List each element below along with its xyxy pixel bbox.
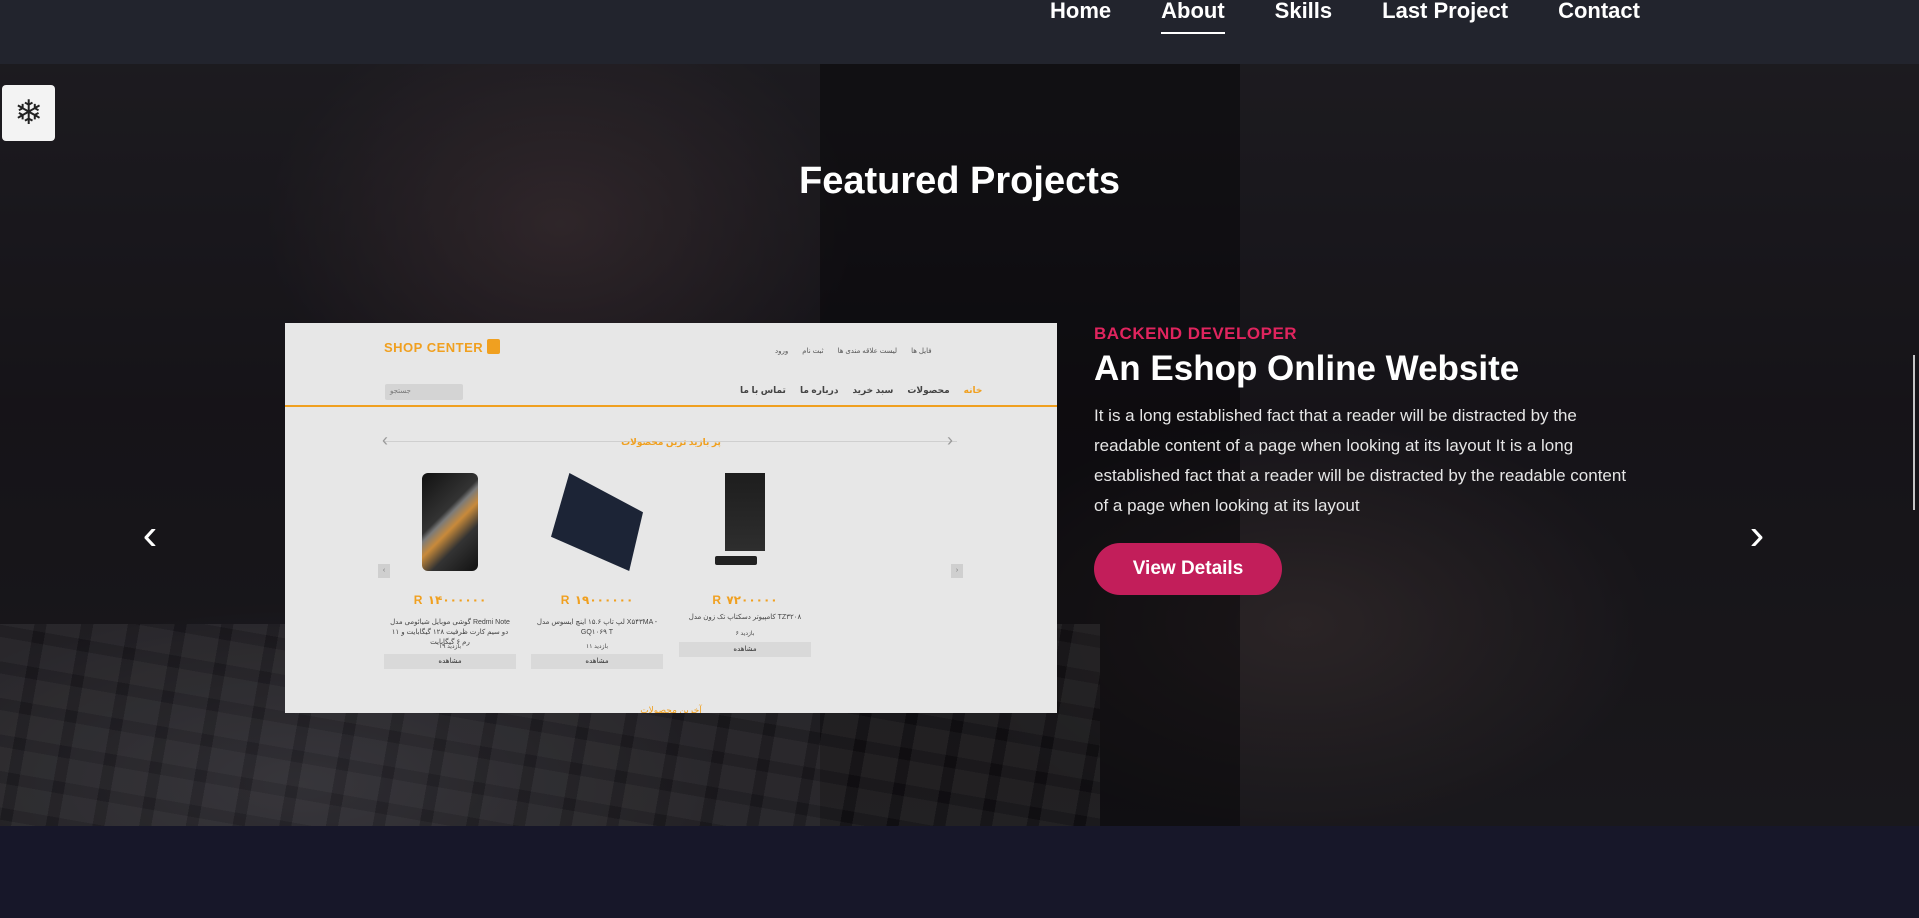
nav-contact[interactable]: Contact (1558, 0, 1640, 34)
product-view-button: مشاهده (679, 642, 811, 657)
shop-main-menu: خانه محصولات سبد خرید درباره ما تماس با … (740, 385, 982, 396)
nav-about[interactable]: About (1161, 0, 1225, 34)
top-navbar: Home About Skills Last Project Contact (0, 0, 1919, 64)
phone-image (422, 473, 478, 571)
bag-icon (487, 339, 501, 354)
shop-divider (285, 405, 1057, 407)
next-section (0, 826, 1919, 918)
shop-next-icon: › (951, 564, 963, 578)
project-screenshot: SHOP CENTER ورود ثبت نام لیست علاقه مندی… (285, 323, 1057, 713)
shop-search: جستجو (385, 384, 463, 400)
latest-products-title: آخرین محصولات (640, 705, 702, 713)
product-views: ۱۹ بازدید (438, 644, 461, 650)
shop-top-menu-item: فایل ها (911, 348, 932, 355)
nav-home[interactable]: Home (1050, 0, 1111, 34)
shop-menu-item: درباره ما (799, 385, 839, 395)
keyboard-image (715, 556, 757, 565)
shop-top-menu: ورود ثبت نام لیست علاقه مندی ها فایل ها (775, 347, 932, 355)
shop-menu-item: محصولات (907, 385, 950, 395)
scrollbar[interactable] (1913, 355, 1915, 510)
shop-top-menu-item: ثبت نام (802, 348, 824, 355)
shop-logo-text: SHOP CENTER (384, 340, 484, 355)
desktop-image (725, 473, 765, 551)
view-details-button[interactable]: View Details (1094, 543, 1282, 595)
product-view-button: مشاهده (531, 654, 663, 669)
product-views: ۱۱ بازدید (585, 644, 608, 650)
shop-logo: SHOP CENTER (384, 339, 501, 355)
product-price: R ۷۲۰۰۰۰۰ (712, 593, 778, 607)
project-info: BACKEND DEVELOPER An Eshop Online Websit… (1094, 324, 1634, 595)
product-desc: لپ تاپ ۱۵.۶ اینچ ایسوس مدل X۵۴۳MA - GQ۱۰… (536, 619, 658, 636)
project-title: An Eshop Online Website (1094, 349, 1520, 388)
product-card: R ۷۲۰۰۰۰۰ کامپیوتر دسکتاپ تک زون مدل TZ۳… (679, 468, 811, 678)
shop-chevron-left-icon: ‹ (382, 430, 388, 450)
shop-menu-item: خانه (963, 385, 983, 395)
slider-title: پر بازید ترین محصولات (621, 437, 721, 447)
product-view-button: مشاهده (384, 654, 516, 669)
chevron-left-icon[interactable]: ‹ (130, 513, 170, 557)
project-role: BACKEND DEVELOPER (1094, 324, 1298, 343)
project-description: It is a long established fact that a rea… (1094, 406, 1627, 515)
shop-chevron-right-icon: › (947, 430, 953, 450)
nav-last-project[interactable]: Last Project (1382, 0, 1508, 34)
chevron-right-icon[interactable]: › (1737, 513, 1777, 557)
snowflake-icon[interactable]: ❄ (2, 85, 55, 141)
product-price: R ۱۴۰۰۰۰۰۰ (413, 593, 487, 607)
product-card: R ۱۴۰۰۰۰۰۰ گوشی موبایل شیائومی مدل Redmi… (384, 468, 516, 678)
laptop-image (551, 473, 643, 571)
nav-links: Home About Skills Last Project Contact (1050, 0, 1690, 34)
shop-top-menu-item: لیست علاقه مندی ها (837, 348, 898, 355)
product-views: ۶ بازدید (735, 631, 755, 637)
shop-menu-item: تماس با ما (740, 385, 786, 395)
shop-top-menu-item: ورود (775, 348, 789, 355)
shop-menu-item: سبد خرید (852, 385, 894, 395)
section-title: Featured Projects (799, 160, 1120, 202)
product-price: R ۱۹۰۰۰۰۰۰ (560, 593, 634, 607)
nav-skills[interactable]: Skills (1275, 0, 1332, 34)
product-card: R ۱۹۰۰۰۰۰۰ لپ تاپ ۱۵.۶ اینچ ایسوس مدل X۵… (531, 468, 663, 678)
product-desc: کامپیوتر دسکتاپ تک زون مدل TZ۳۲۰۸ (688, 614, 802, 621)
